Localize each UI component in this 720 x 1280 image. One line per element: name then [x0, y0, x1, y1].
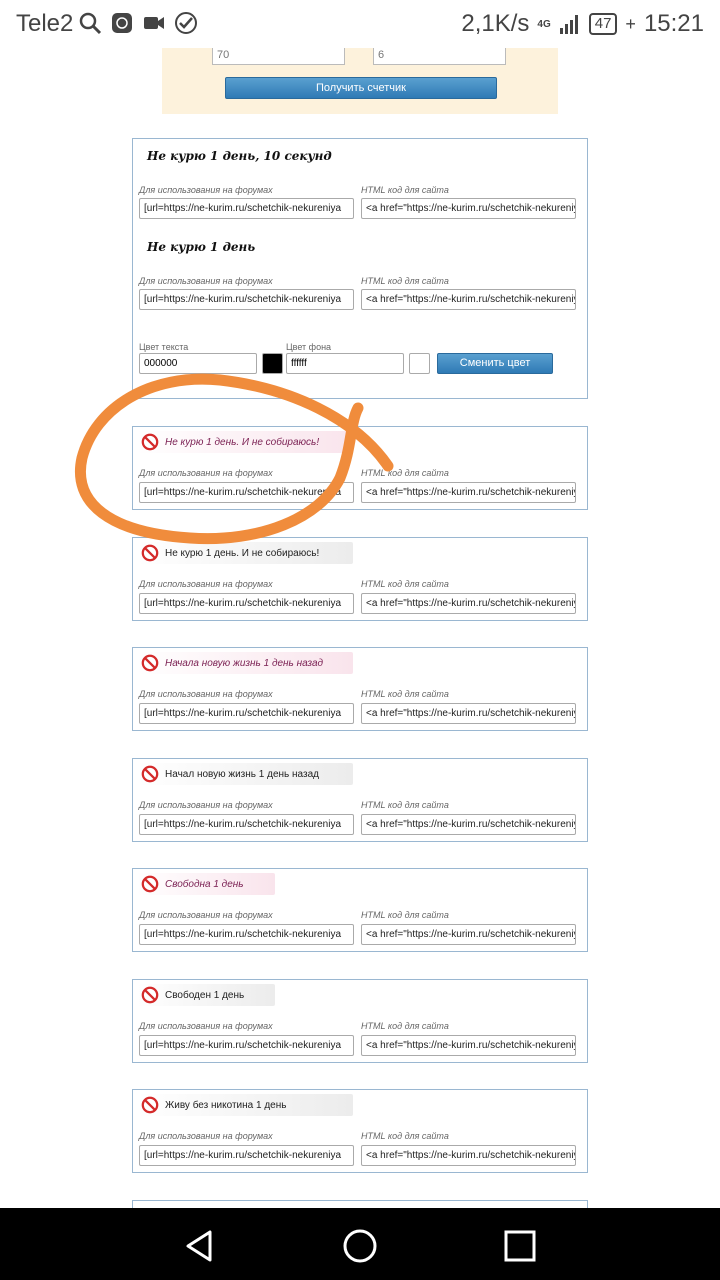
recents-icon[interactable]: [500, 1226, 540, 1266]
bbcode-field[interactable]: [url=https://ne-kurim.ru/schetchik-nekur…: [139, 289, 354, 310]
counter-text: Не курю 1 день. И не собираюсь!: [165, 547, 320, 559]
html-label: HTML код для сайта: [361, 689, 449, 699]
forum-label: Для использования на форумах: [139, 689, 273, 699]
battery-level: 47: [588, 13, 618, 35]
html-label: HTML код для сайта: [361, 1131, 449, 1141]
html-code-field[interactable]: <a href="https://ne-kurim.ru/schetchik-n…: [361, 814, 576, 835]
bg-color-label: Цвет фона: [286, 342, 332, 352]
counter-preview: Свободна 1 день: [137, 873, 275, 895]
counter-preview: Не курю 1 день. И не собираюсь!: [137, 431, 353, 453]
counter-card-4: Начал новую жизнь 1 день назад Для испол…: [132, 758, 588, 842]
html-code-field[interactable]: <a href="https://ne-kurim.ru/schetchik-n…: [361, 1145, 576, 1166]
no-smoking-icon: [141, 1096, 159, 1114]
html-code-field[interactable]: <a href="https://ne-kurim.ru/schetchik-n…: [361, 482, 576, 503]
clock: 15:21: [643, 10, 704, 37]
counter-card-2: Не курю 1 день. И не собираюсь! Для испо…: [132, 537, 588, 621]
days-input[interactable]: 70: [212, 48, 345, 65]
text-color-label: Цвет текста: [139, 342, 189, 352]
counter-text: Живу без никотина 1 день: [165, 1099, 287, 1111]
html-label: HTML код для сайта: [361, 910, 449, 920]
html-code-field[interactable]: <a href="https://ne-kurim.ru/schetchik-n…: [361, 198, 576, 219]
status-right: 2,1K/s 4G 47 + 15:21: [461, 10, 704, 38]
charging-icon: +: [625, 13, 636, 34]
status-bar: Tele2 2,1K/s 4G 47 + 15:21: [0, 0, 720, 48]
bbcode-field[interactable]: [url=https://ne-kurim.ru/schetchik-nekur…: [139, 593, 354, 614]
bbcode-field[interactable]: [url=https://ne-kurim.ru/schetchik-nekur…: [139, 482, 354, 503]
counter-card-6: Свободен 1 день Для использования на фор…: [132, 979, 588, 1063]
network-type: 4G: [537, 18, 551, 30]
counter-card-3: Начала новую жизнь 1 день назад Для испо…: [132, 647, 588, 731]
change-color-button[interactable]: Сменить цвет: [437, 353, 553, 374]
html-code-field[interactable]: <a href="https://ne-kurim.ru/schetchik-n…: [361, 1035, 576, 1056]
html-label: HTML код для сайта: [361, 185, 449, 195]
forum-label: Для использования на форумах: [139, 276, 273, 286]
forum-label: Для использования на форумах: [139, 579, 273, 589]
bbcode-field[interactable]: [url=https://ne-kurim.ru/schetchik-nekur…: [139, 1145, 354, 1166]
bbcode-field[interactable]: [url=https://ne-kurim.ru/schetchik-nekur…: [139, 924, 354, 945]
signal-icon: [559, 15, 578, 34]
bg-color-input[interactable]: ffffff: [286, 353, 404, 374]
counter-card-5: Свободна 1 день Для использования на фор…: [132, 868, 588, 952]
counter-preview: Начал новую жизнь 1 день назад: [137, 763, 353, 785]
search-icon: [79, 12, 102, 35]
counter-preview: Не курю 1 день. И не собираюсь!: [137, 542, 353, 564]
html-code-field[interactable]: <a href="https://ne-kurim.ru/schetchik-n…: [361, 703, 576, 724]
counter-text: Не курю 1 день. И не собираюсь!: [165, 436, 320, 448]
app-icon: [112, 13, 132, 33]
forum-label: Для использования на форумах: [139, 1021, 273, 1031]
no-smoking-icon: [141, 986, 159, 1004]
html-label: HTML код для сайта: [361, 468, 449, 478]
no-smoking-icon: [141, 433, 159, 451]
counter-card-1: Не курю 1 день. И не собираюсь! Для испо…: [132, 426, 588, 510]
html-label: HTML код для сайта: [361, 800, 449, 810]
counter-text: Свободна 1 день: [165, 878, 244, 890]
bbcode-field[interactable]: [url=https://ne-kurim.ru/schetchik-nekur…: [139, 1035, 354, 1056]
bbcode-field[interactable]: [url=https://ne-kurim.ru/schetchik-nekur…: [139, 198, 354, 219]
counter-card-7: Живу без никотина 1 день Для использован…: [132, 1089, 588, 1173]
bg-color-swatch[interactable]: [409, 353, 430, 374]
navigation-bar: [0, 1208, 720, 1280]
bbcode-field[interactable]: [url=https://ne-kurim.ru/schetchik-nekur…: [139, 703, 354, 724]
forum-label: Для использования на форумах: [139, 1131, 273, 1141]
text-counter-line2: Не курю 1 день: [147, 240, 256, 254]
html-code-field[interactable]: <a href="https://ne-kurim.ru/schetchik-n…: [361, 593, 576, 614]
sberbank-icon: [175, 12, 197, 34]
html-code-field[interactable]: <a href="https://ne-kurim.ru/schetchik-n…: [361, 289, 576, 310]
hours-input[interactable]: 6: [373, 48, 506, 65]
text-counter-line1: Не курю 1 день, 10 секунд: [147, 149, 332, 163]
text-color-input[interactable]: 000000: [139, 353, 257, 374]
counter-text: Свободен 1 день: [165, 989, 245, 1001]
status-icons: [78, 11, 198, 35]
forum-label: Для использования на форумах: [139, 910, 273, 920]
home-icon[interactable]: [340, 1226, 380, 1266]
no-smoking-icon: [141, 544, 159, 562]
no-smoking-icon: [141, 654, 159, 672]
html-code-field[interactable]: <a href="https://ne-kurim.ru/schetchik-n…: [361, 924, 576, 945]
text-counter-card: Не курю 1 день, 10 секунд Для использова…: [132, 138, 588, 399]
counter-card-8: [132, 1200, 588, 1208]
html-label: HTML код для сайта: [361, 276, 449, 286]
get-counter-button[interactable]: Получить счетчик: [225, 77, 497, 99]
forum-label: Для использования на форумах: [139, 800, 273, 810]
no-smoking-icon: [141, 765, 159, 783]
counter-preview: Живу без никотина 1 день: [137, 1094, 353, 1116]
bbcode-field[interactable]: [url=https://ne-kurim.ru/schetchik-nekur…: [139, 814, 354, 835]
forum-label: Для использования на форумах: [139, 185, 273, 195]
html-label: HTML код для сайта: [361, 579, 449, 589]
forum-label: Для использования на форумах: [139, 468, 273, 478]
counter-text: Начал новую жизнь 1 день назад: [165, 768, 319, 780]
text-color-swatch[interactable]: [262, 353, 283, 374]
no-smoking-icon: [141, 875, 159, 893]
carrier-name: Tele2: [16, 10, 74, 37]
network-speed: 2,1K/s: [461, 10, 530, 37]
counter-settings-panel: 70 6 Получить счетчик: [162, 48, 558, 114]
html-label: HTML код для сайта: [361, 1021, 449, 1031]
camera-icon: [144, 17, 164, 29]
counter-preview: Начала новую жизнь 1 день назад: [137, 652, 353, 674]
page-content: 70 6 Получить счетчик Не курю 1 день, 10…: [0, 48, 720, 1208]
counter-text: Начала новую жизнь 1 день назад: [165, 657, 324, 669]
back-icon[interactable]: [180, 1226, 220, 1266]
counter-preview: Свободен 1 день: [137, 984, 275, 1006]
